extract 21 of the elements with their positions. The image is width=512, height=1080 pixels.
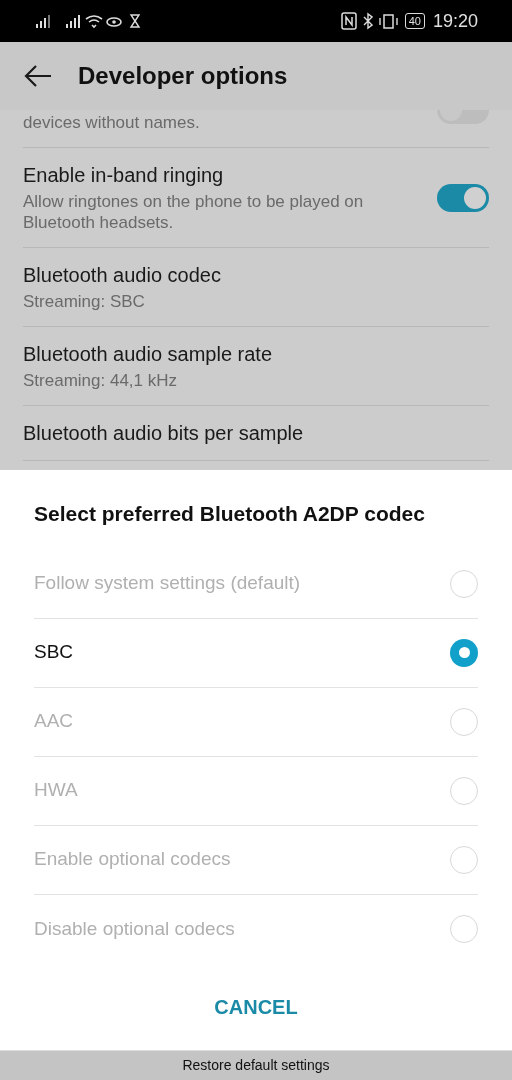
setting-description: Streaming: 44,1 kHz xyxy=(23,370,178,391)
setting-title: Bluetooth audio sample rate xyxy=(23,342,274,367)
dialog-title: Select preferred Bluetooth A2DP codec xyxy=(34,501,426,527)
radio-button[interactable] xyxy=(450,638,478,667)
vibrate-icon xyxy=(378,12,399,30)
bluetooth-icon xyxy=(362,12,373,30)
setting-title: Bluetooth audio bits per sample xyxy=(23,421,305,446)
cancel-button[interactable]: CANCEL xyxy=(198,983,314,1030)
setting-description: Streaming: SBC xyxy=(23,291,146,312)
battery-level: 40 xyxy=(404,13,425,29)
nfc-icon xyxy=(340,12,357,30)
clock: 19:20 xyxy=(432,9,478,33)
toggle-switch[interactable] xyxy=(437,183,489,212)
setting-title: Bluetooth audio codec xyxy=(23,263,222,288)
setting-description: Allow ringtones on the phone to be played on Bluetooth headsets. xyxy=(23,191,365,233)
back-icon[interactable] xyxy=(24,64,52,88)
page-title: Developer options xyxy=(78,61,288,91)
setting-title: Enable in-band ringing xyxy=(23,163,225,188)
setting-description: devices without names. xyxy=(23,112,201,133)
restore-defaults-link[interactable]: Restore default settings xyxy=(182,1055,330,1076)
radio-option[interactable]: SBC xyxy=(34,618,478,688)
